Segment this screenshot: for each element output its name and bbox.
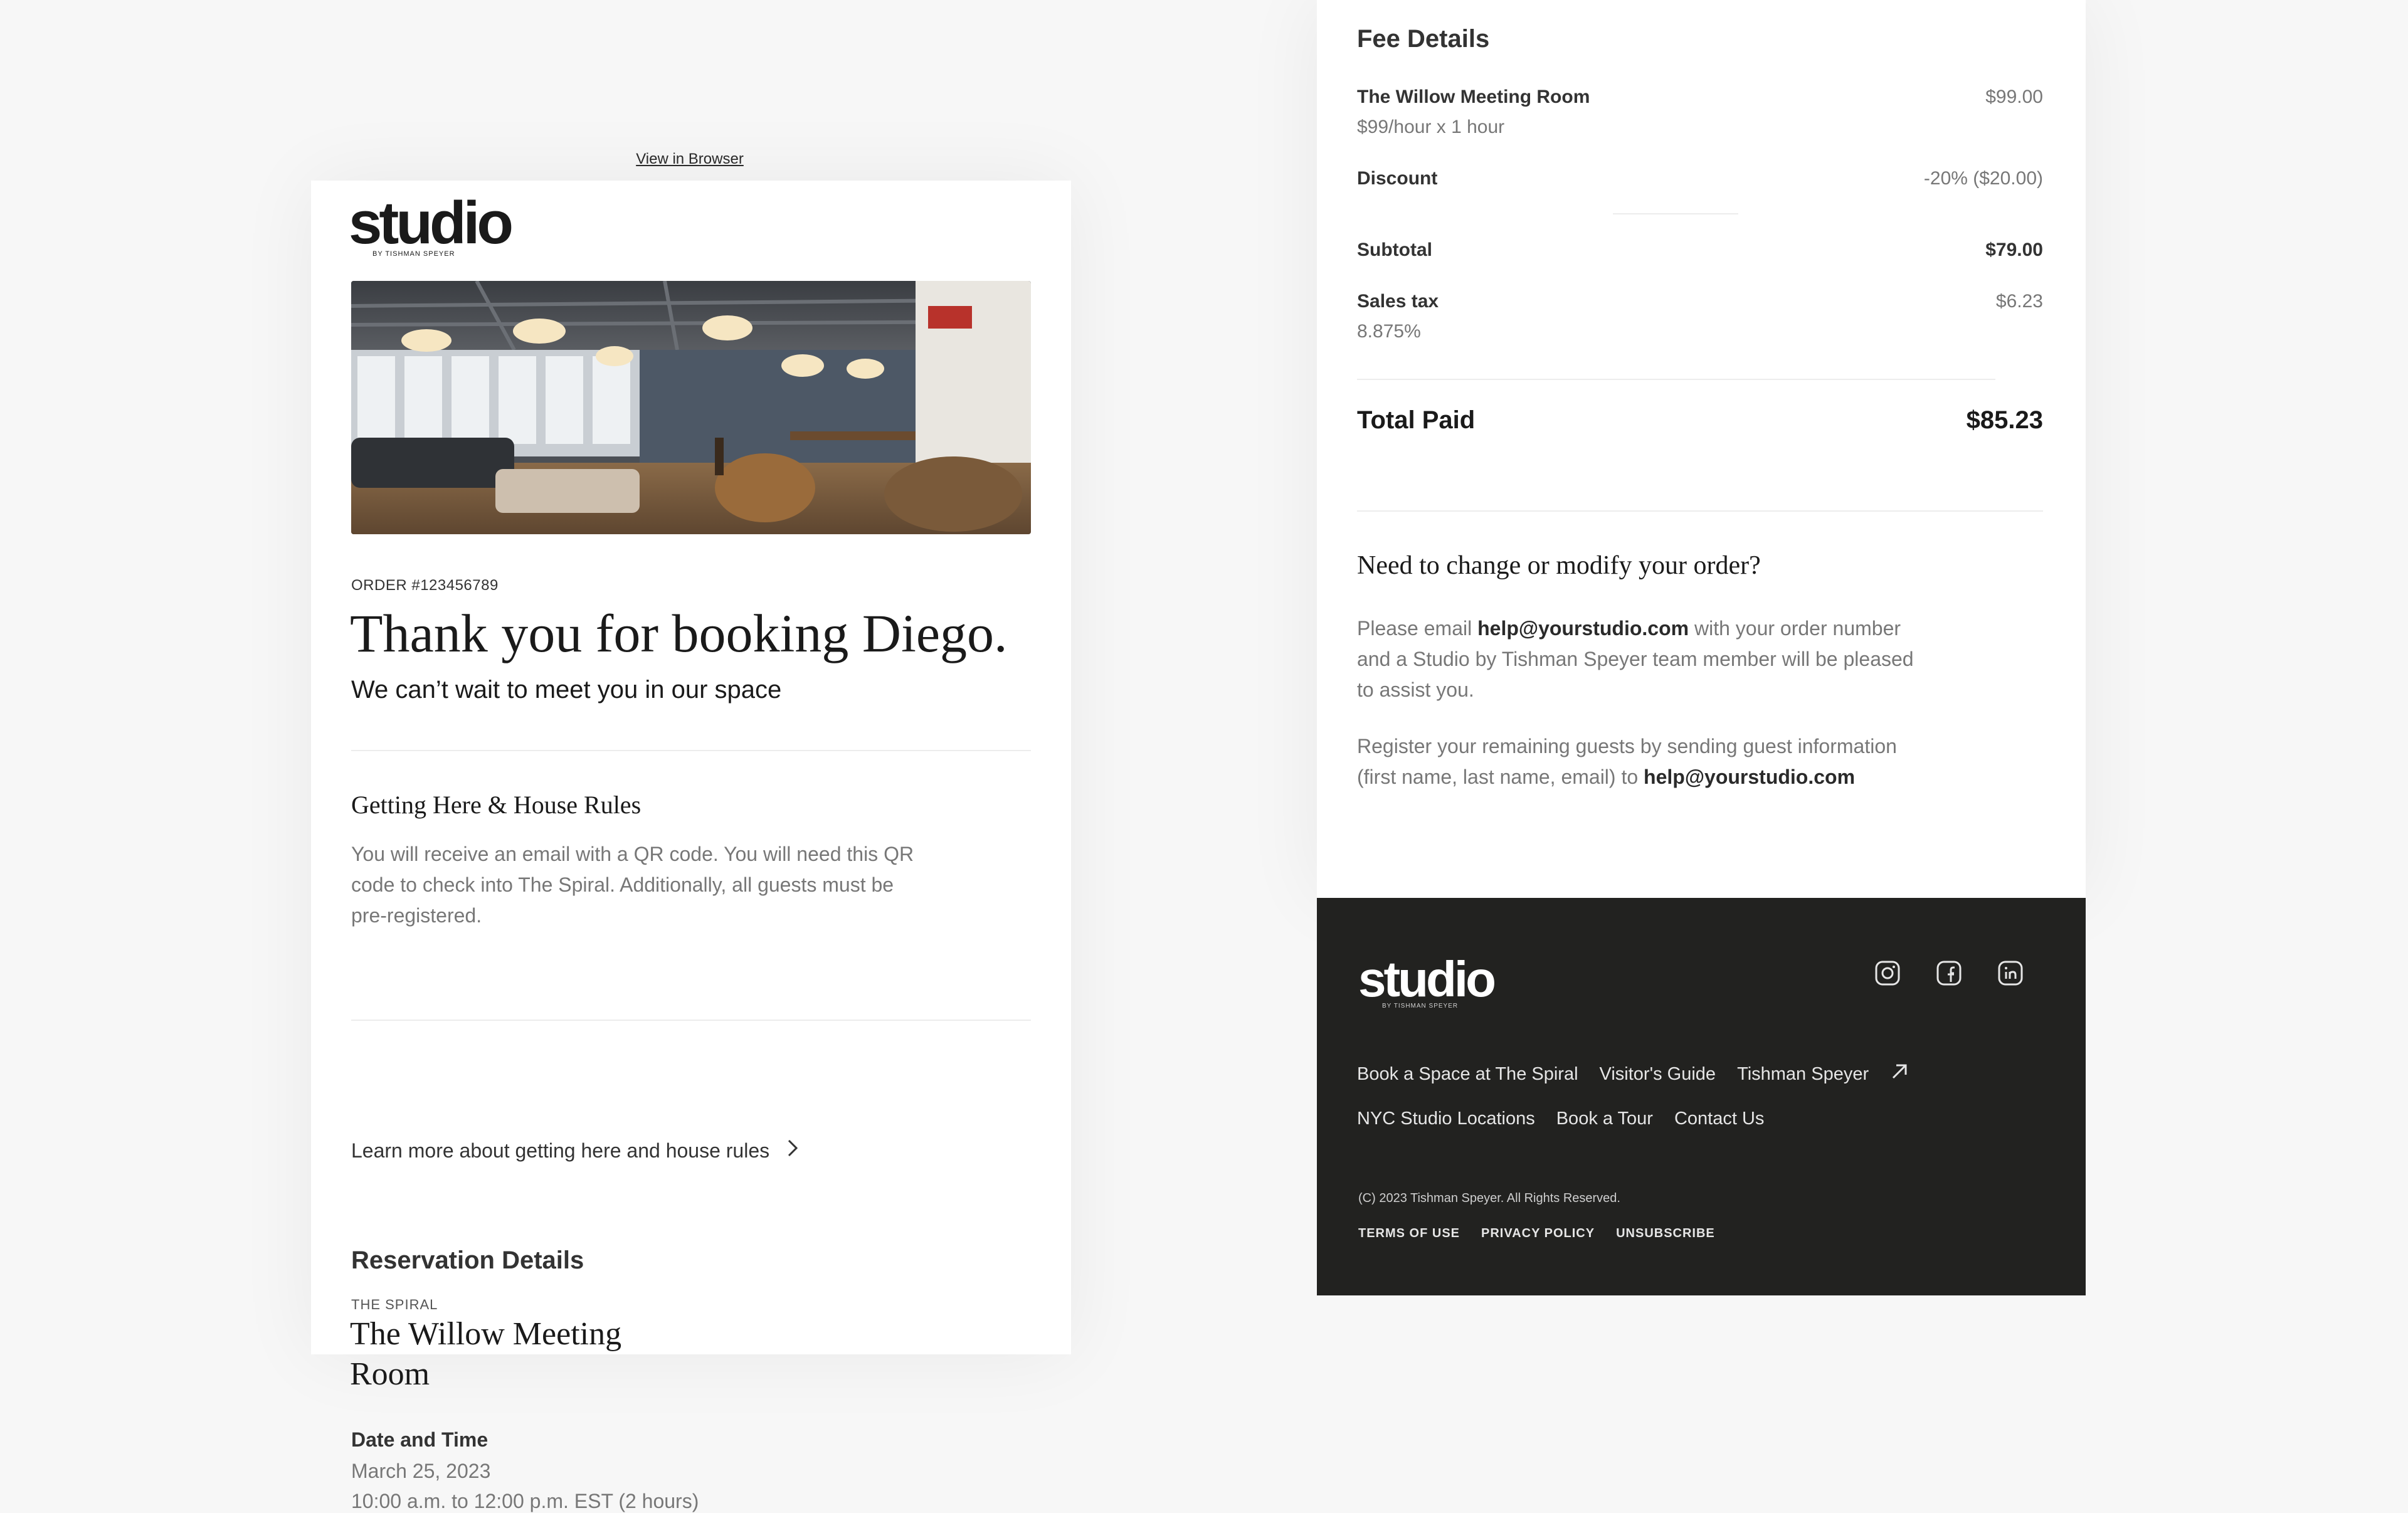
footer-links-row2: NYC Studio Locations Book a Tour Contact… (1357, 1109, 1764, 1129)
divider (351, 1020, 1031, 1021)
instagram-icon[interactable] (1874, 959, 1901, 987)
hero-image (351, 281, 1031, 534)
divider (351, 750, 1031, 751)
fee-details-title: Fee Details (1357, 25, 1490, 53)
legal-links: TERMS OF USE PRIVACY POLICY UNSUBSCRIBE (1358, 1226, 1715, 1241)
external-link-icon[interactable] (1890, 1062, 1909, 1086)
footer-link-nyc-locations[interactable]: NYC Studio Locations (1357, 1109, 1535, 1129)
unsubscribe-link[interactable]: UNSUBSCRIBE (1616, 1226, 1715, 1241)
divider (1357, 510, 2043, 512)
email-left-card: studio BY TISHMAN SPEYER ORDER #12345678… (311, 181, 1071, 1512)
help-email-link[interactable]: help@yourstudio.com (1644, 766, 1855, 788)
total-paid-amount: $85.23 (1966, 406, 2043, 434)
divider (1613, 213, 1738, 214)
house-rules-link[interactable]: Learn more about getting here and house … (351, 1139, 798, 1162)
studio-logo[interactable]: studio BY TISHMAN SPEYER (349, 193, 514, 258)
reservation-date: March 25, 2023 (351, 1460, 491, 1482)
modify-order-title: Need to change or modify your order? (1357, 551, 1761, 580)
modify-order-text: Please email help@yourstudio.com with yo… (1357, 617, 1914, 701)
register-guests-text: Register your remaining guests by sendin… (1357, 735, 1897, 788)
room-name: The Willow Meeting Room (350, 1316, 622, 1392)
footer-links-row1: Book a Space at The Spiral Visitor's Gui… (1357, 1062, 1909, 1086)
privacy-policy-link[interactable]: PRIVACY POLICY (1481, 1226, 1595, 1241)
date-time-title: Date and Time (351, 1428, 488, 1451)
facebook-icon[interactable] (1935, 959, 1963, 987)
chevron-right-icon (787, 1139, 798, 1162)
footer-link-book-space[interactable]: Book a Space at The Spiral (1357, 1064, 1578, 1085)
email-right-card: Fee Details The Willow Meeting Room $99/… (1317, 0, 2086, 898)
getting-here-title: Getting Here & House Rules (351, 791, 642, 819)
linkedin-icon[interactable] (1997, 959, 2024, 987)
order-number: ORDER #123456789 (351, 577, 499, 594)
getting-here-text: You will receive an email with a QR code… (351, 843, 914, 927)
terms-of-use-link[interactable]: TERMS OF USE (1358, 1226, 1460, 1241)
thank-you-headline: Thank you for booking Diego. (350, 603, 1008, 663)
location-label: THE SPIRAL (351, 1297, 438, 1312)
footer-link-contact-us[interactable]: Contact Us (1674, 1109, 1764, 1129)
footer-link-visitors-guide[interactable]: Visitor's Guide (1600, 1064, 1716, 1085)
reservation-time: 10:00 a.m. to 12:00 p.m. EST (2 hours) (351, 1490, 699, 1512)
footer-link-book-tour[interactable]: Book a Tour (1556, 1109, 1653, 1129)
email-footer: studio BY TISHMAN SPEYER Book a Space at… (1317, 898, 2086, 1295)
divider (1357, 379, 1995, 380)
total-paid-label: Total Paid (1357, 406, 1476, 434)
footer-link-tishman-speyer[interactable]: Tishman Speyer (1737, 1064, 1869, 1085)
studio-logo-footer[interactable]: studio BY TISHMAN SPEYER (1358, 954, 1496, 1010)
lounge-photo (351, 281, 1031, 534)
view-in-browser-link[interactable]: View in Browser (627, 150, 752, 168)
welcome-subheadline: We can’t wait to meet you in our space (351, 676, 782, 704)
copyright-text: (C) 2023 Tishman Speyer. All Rights Rese… (1358, 1191, 1620, 1205)
help-email-link[interactable]: help@yourstudio.com (1477, 617, 1689, 640)
reservation-details-title: Reservation Details (351, 1247, 584, 1274)
